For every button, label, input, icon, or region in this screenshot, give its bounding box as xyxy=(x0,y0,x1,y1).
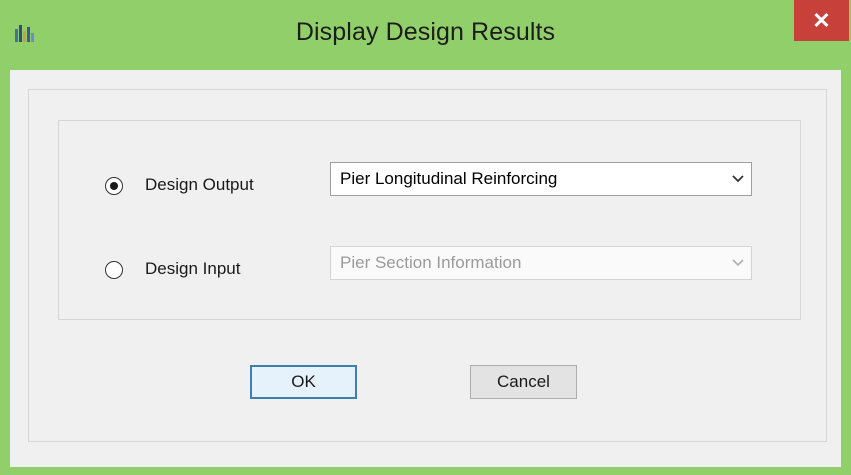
chevron-down-icon xyxy=(725,259,751,267)
design-input-label: Design Input xyxy=(145,259,241,278)
design-output-label: Design Output xyxy=(145,175,254,194)
cancel-button[interactable]: Cancel xyxy=(470,365,577,399)
options-group-frame xyxy=(58,120,801,320)
design-input-radio[interactable] xyxy=(105,261,123,279)
design-output-dropdown[interactable]: Pier Longitudinal Reinforcing xyxy=(330,162,752,196)
title-bar: Display Design Results ✕ xyxy=(0,0,851,70)
close-button[interactable]: ✕ xyxy=(794,0,849,41)
design-output-radio[interactable] xyxy=(105,177,123,195)
chevron-down-icon xyxy=(725,175,751,183)
design-output-dropdown-value: Pier Longitudinal Reinforcing xyxy=(340,169,558,188)
design-input-dropdown-value: Pier Section Information xyxy=(340,253,522,272)
ok-button[interactable]: OK xyxy=(250,365,357,399)
window-bottom-border xyxy=(0,467,851,475)
dialog-body: Design Output Pier Longitudinal Reinforc… xyxy=(10,70,841,467)
radio-selected-dot xyxy=(110,182,118,190)
close-icon: ✕ xyxy=(812,7,831,33)
window-title: Display Design Results xyxy=(295,18,556,46)
design-input-dropdown[interactable]: Pier Section Information xyxy=(330,246,752,280)
